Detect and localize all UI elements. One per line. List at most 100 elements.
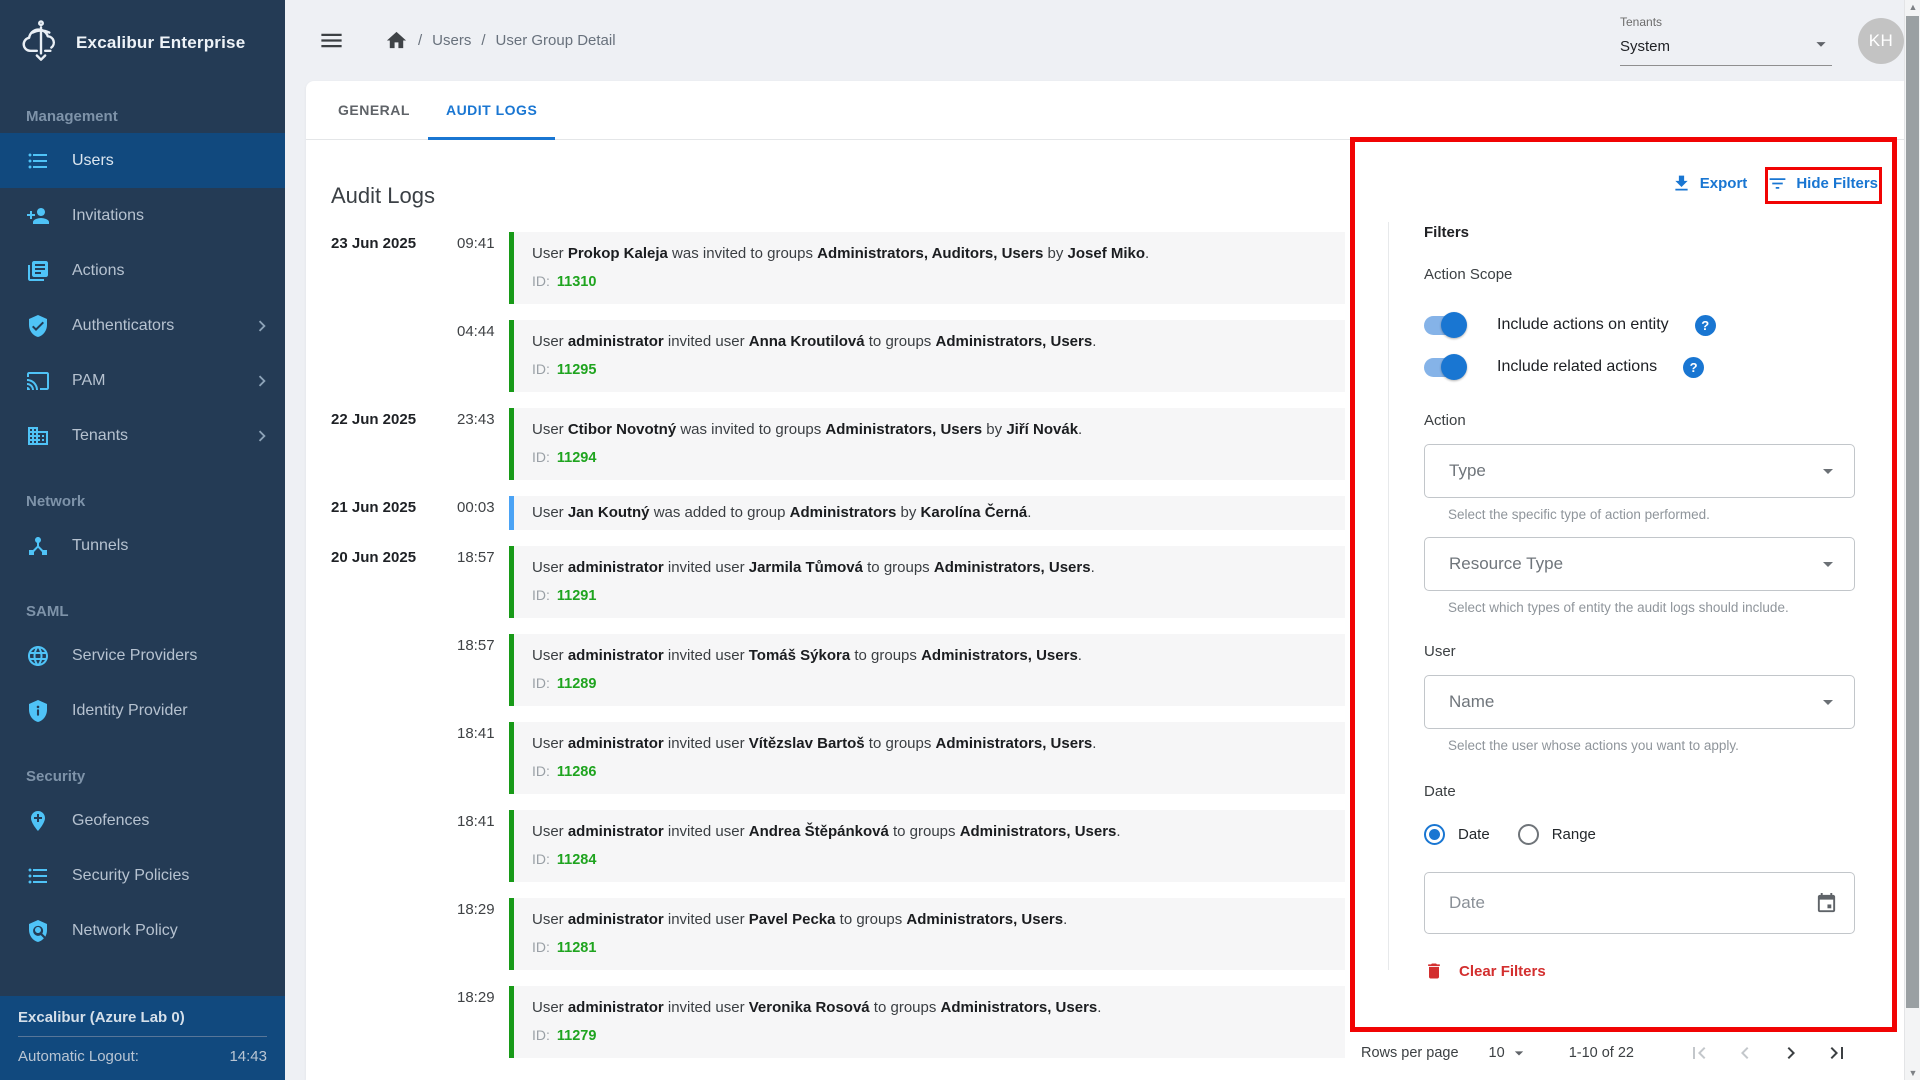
sidebar-item-invitations[interactable]: Invitations: [0, 188, 285, 243]
home-icon[interactable]: [385, 29, 408, 52]
tenant-selected-value: System: [1620, 38, 1670, 55]
scroll-down-icon[interactable]: ▼: [1905, 1068, 1920, 1078]
log-date: 20 Jun 2025: [331, 546, 457, 618]
export-button[interactable]: Export: [1671, 173, 1748, 194]
breadcrumb-item-users[interactable]: Users: [432, 32, 471, 49]
tab-general[interactable]: GENERAL: [320, 81, 428, 139]
panel-divider: [1388, 222, 1389, 970]
scrollbar-thumb[interactable]: [1906, 16, 1919, 1008]
sidebar-item-pam[interactable]: PAM: [0, 353, 285, 408]
radio-option-range[interactable]: Range: [1518, 824, 1596, 845]
footer-divider: [18, 1036, 267, 1037]
sidebar-item-service-providers[interactable]: Service Providers: [0, 628, 285, 683]
sidebar-item-identity-provider[interactable]: Identity Provider: [0, 683, 285, 738]
select-type[interactable]: Type: [1424, 444, 1855, 498]
log-date: 23 Jun 2025: [331, 232, 457, 304]
last-page-button[interactable]: [1825, 1041, 1849, 1065]
toggle-switch[interactable]: [1424, 316, 1465, 335]
log-entry-card[interactable]: User administrator invited user Pavel Pe…: [509, 898, 1345, 970]
tab-audit-logs[interactable]: AUDIT LOGS: [428, 81, 555, 139]
date-mode-radio-group: Date Range: [1424, 824, 1855, 845]
select-name[interactable]: Name: [1424, 675, 1855, 729]
chevron-down-icon: [1816, 690, 1840, 714]
log-entry-card[interactable]: User administrator invited user Veronika…: [509, 986, 1345, 1058]
log-id: ID:11286: [532, 763, 1327, 780]
sidebar-item-network-policy[interactable]: Network Policy: [0, 903, 285, 958]
auto-logout-row: Automatic Logout: 14:43: [18, 1048, 267, 1065]
log-message: User administrator invited user Andrea Š…: [532, 823, 1327, 840]
log-entry-card[interactable]: User administrator invited user Anna Kro…: [509, 320, 1345, 392]
scroll-up-icon[interactable]: ▲: [1905, 2, 1920, 12]
menu-icon[interactable]: [318, 27, 345, 54]
log-entry-card[interactable]: User Jan Koutný was added to group Admin…: [509, 496, 1345, 530]
sidebar-item-geofences[interactable]: Geofences: [0, 793, 285, 848]
hide-filters-label: Hide Filters: [1796, 175, 1878, 192]
log-time: 18:57: [457, 634, 509, 706]
log-message: User Jan Koutný was added to group Admin…: [532, 504, 1327, 521]
log-entry-card[interactable]: User administrator invited user Vítězsla…: [509, 722, 1345, 794]
tenant-value-row[interactable]: System: [1620, 33, 1832, 66]
audit-log-row: 22 Jun 2025 23:43 User Ctibor Novotný wa…: [331, 408, 1345, 480]
log-message: User administrator invited user Tomáš Sý…: [532, 647, 1327, 664]
first-page-button[interactable]: [1687, 1041, 1711, 1065]
avatar[interactable]: KH: [1858, 18, 1904, 64]
log-entry-card[interactable]: User administrator invited user Jarmila …: [509, 546, 1345, 618]
toggle-switch[interactable]: [1424, 358, 1465, 377]
sidebar-section-label: Security: [0, 768, 285, 785]
next-page-button[interactable]: [1779, 1041, 1803, 1065]
audit-log-row: 20 Jun 2025 18:57 User administrator inv…: [331, 546, 1345, 618]
filter-icon: [1767, 173, 1788, 194]
chevron-down-icon: [1816, 459, 1840, 483]
help-icon[interactable]: ?: [1695, 315, 1716, 336]
log-time: 09:41: [457, 232, 509, 304]
breadcrumb: /Users/User Group Detail: [418, 32, 616, 49]
sidebar-item-security-policies[interactable]: Security Policies: [0, 848, 285, 903]
hide-filters-button[interactable]: Hide Filters: [1767, 173, 1878, 194]
breadcrumb-separator: /: [418, 32, 422, 49]
sidebar-item-authenticators[interactable]: Authenticators: [0, 298, 285, 353]
tenant-select[interactable]: Tenants System: [1620, 15, 1832, 66]
log-id: ID:11289: [532, 675, 1327, 692]
log-id: ID:11294: [532, 449, 1327, 466]
log-entry-card[interactable]: User Prokop Kaleja was invited to groups…: [509, 232, 1345, 304]
toggle-rows: Include actions on entity ? Include rela…: [1424, 304, 1855, 388]
filters-panel: Filters Action Scope Include actions on …: [1424, 224, 1855, 981]
helper-text: Select which types of entity the audit l…: [1424, 600, 1855, 615]
log-message: User administrator invited user Veronika…: [532, 999, 1327, 1016]
sidebar-item-actions[interactable]: Actions: [0, 243, 285, 298]
clear-filters-button[interactable]: Clear Filters: [1424, 961, 1855, 981]
download-icon: [1671, 173, 1692, 194]
main-card: GENERALAUDIT LOGS Audit Logs Export Hide…: [306, 81, 1904, 1080]
shield-check-icon: [26, 314, 50, 338]
audit-log-row: 18:29 User administrator invited user Pa…: [331, 898, 1345, 970]
previous-page-button[interactable]: [1733, 1041, 1757, 1065]
log-date: [331, 986, 457, 1058]
select-resource-type[interactable]: Resource Type: [1424, 537, 1855, 591]
auto-logout-time: 14:43: [229, 1048, 267, 1065]
breadcrumb-item-user-group-detail[interactable]: User Group Detail: [496, 32, 616, 49]
log-id: ID:11310: [532, 273, 1327, 290]
shield-info-icon: [26, 699, 50, 723]
rows-per-page-select[interactable]: 10: [1489, 1043, 1529, 1063]
sidebar-section-label: SAML: [0, 603, 285, 620]
log-time: 04:44: [457, 320, 509, 392]
screen-cast-icon: [26, 369, 50, 393]
scrollbar[interactable]: ▲ ▼: [1904, 0, 1920, 1080]
help-icon[interactable]: ?: [1683, 357, 1704, 378]
log-entry-card[interactable]: User administrator invited user Andrea Š…: [509, 810, 1345, 882]
sidebar-item-tunnels[interactable]: Tunnels: [0, 518, 285, 573]
chevron-right-icon: [1779, 1041, 1803, 1065]
sidebar-item-users[interactable]: Users: [0, 133, 285, 188]
sidebar-item-tenants[interactable]: Tenants: [0, 408, 285, 463]
radio-option-date[interactable]: Date: [1424, 824, 1490, 845]
log-date: [331, 320, 457, 392]
calendar-icon[interactable]: [1815, 892, 1838, 915]
rows-per-page-label: Rows per page: [1361, 1045, 1459, 1061]
log-message: User Ctibor Novotný was invited to group…: [532, 421, 1327, 438]
audit-log-row: 18:41 User administrator invited user An…: [331, 810, 1345, 882]
filter-group-label-action: Action: [1424, 412, 1855, 429]
log-entry-card[interactable]: User Ctibor Novotný was invited to group…: [509, 408, 1345, 480]
brand-name: Excalibur Enterprise: [76, 33, 245, 53]
date-input[interactable]: Date: [1424, 872, 1855, 934]
log-entry-card[interactable]: User administrator invited user Tomáš Sý…: [509, 634, 1345, 706]
